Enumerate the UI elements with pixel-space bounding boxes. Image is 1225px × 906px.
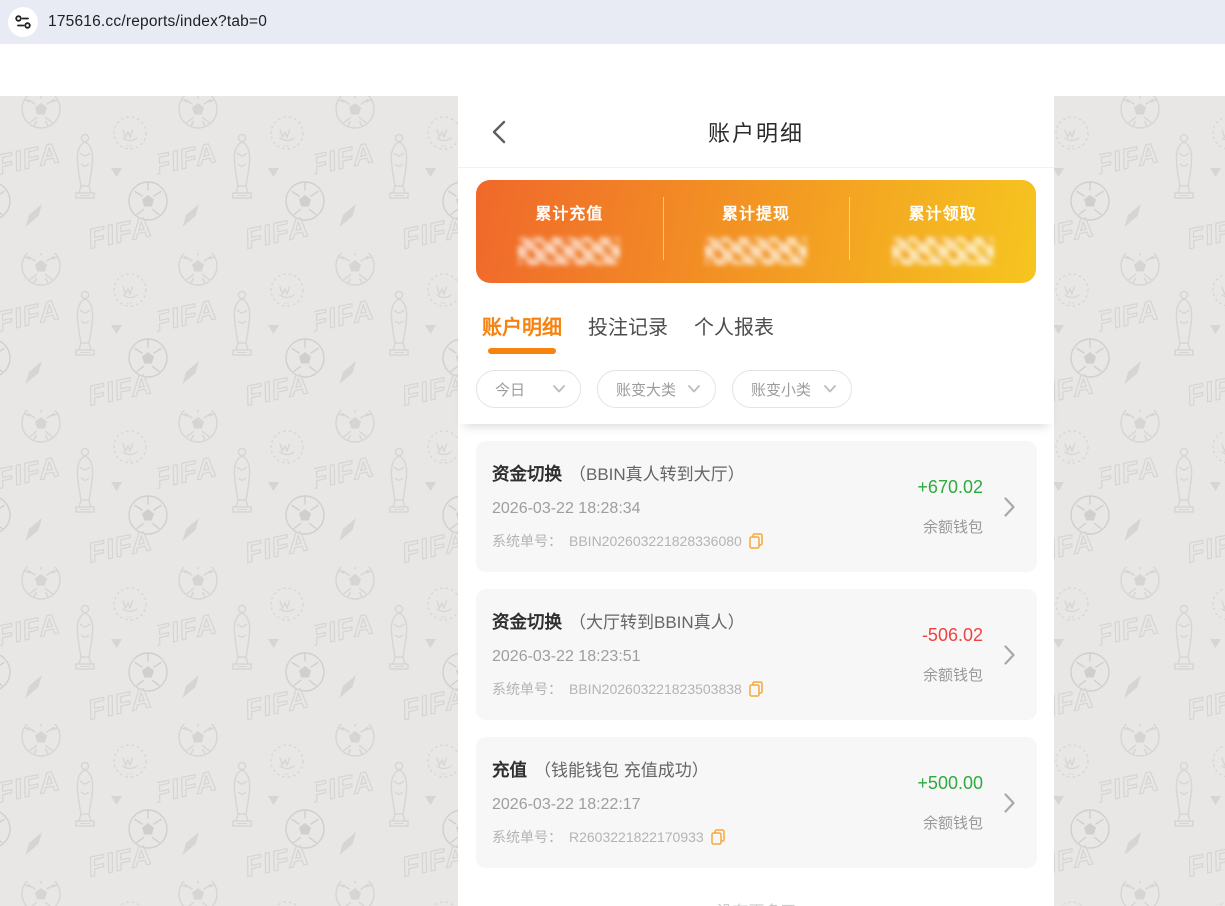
app-panel: 账户明细 累计充值 累计提现 累计领取 账户明细 投注记录 个人报表 今日 <box>458 96 1054 906</box>
transaction-card[interactable]: 资金切换（大厅转到BBIN真人） 2026-03-22 18:23:51 系统单… <box>476 589 1037 720</box>
page-title: 账户明细 <box>708 116 804 148</box>
summary-section: 累计充值 累计提现 累计领取 <box>458 168 1054 283</box>
back-button[interactable] <box>492 119 512 145</box>
transaction-amount: +670.02 <box>917 477 983 498</box>
copy-button[interactable] <box>749 533 763 549</box>
chevron-down-icon <box>688 385 700 393</box>
tab-bet-records[interactable]: 投注记录 <box>588 311 668 360</box>
url-text[interactable]: 175616.cc/reports/index?tab=0 <box>48 13 267 31</box>
tab-personal-report[interactable]: 个人报表 <box>694 311 774 360</box>
tab-bar: 账户明细 投注记录 个人报表 <box>458 283 1054 360</box>
copy-button[interactable] <box>749 681 763 697</box>
filter-major-category-dropdown[interactable]: 账变大类 <box>597 370 716 408</box>
copy-icon <box>749 681 763 697</box>
redacted-value <box>705 237 807 265</box>
site-settings-button[interactable] <box>8 7 38 37</box>
chevron-right-icon <box>1004 793 1015 813</box>
transaction-list: 资金切换（BBIN真人转到大厅） 2026-03-22 18:28:34 系统单… <box>458 424 1054 906</box>
divider <box>849 197 850 260</box>
chevron-left-icon <box>492 120 506 144</box>
transaction-type: 资金切换 <box>492 612 562 632</box>
copy-button[interactable] <box>711 829 725 845</box>
transaction-right: +500.00 余额钱包 <box>917 737 983 868</box>
transaction-card[interactable]: 充值（钱能钱包 充值成功） 2026-03-22 18:22:17 系统单号：R… <box>476 737 1037 868</box>
summary-col-claim: 累计领取 <box>849 180 1036 283</box>
chevron-down-icon <box>553 385 565 393</box>
tab-account-detail[interactable]: 账户明细 <box>482 311 562 360</box>
chevron-right-icon <box>1004 645 1015 665</box>
filter-minor-category-dropdown[interactable]: 账变小类 <box>732 370 852 408</box>
transaction-detail: （BBIN真人转到大厅） <box>569 465 745 484</box>
transaction-type: 充值 <box>492 760 527 780</box>
summary-label: 累计提现 <box>722 200 790 224</box>
transaction-detail: （钱能钱包 充值成功） <box>534 761 709 780</box>
transaction-detail: （大厅转到BBIN真人） <box>569 613 745 632</box>
order-label: 系统单号： <box>492 531 562 551</box>
filter-bar: 今日 账变大类 账变小类 <box>458 360 1054 424</box>
transaction-type: 资金切换 <box>492 464 562 484</box>
chevron-right-icon <box>1004 497 1015 517</box>
transaction-right: -506.02 余额钱包 <box>922 589 983 720</box>
transaction-wallet: 余额钱包 <box>923 664 983 685</box>
copy-icon <box>749 533 763 549</box>
app-header: 账户明细 <box>458 96 1054 168</box>
redacted-value <box>892 237 994 265</box>
filter-label: 账变大类 <box>616 379 676 400</box>
no-more-text: 没有更多了 <box>476 885 1037 906</box>
summary-col-recharge: 累计充值 <box>476 180 663 283</box>
filter-label: 账变小类 <box>751 379 811 400</box>
order-label: 系统单号： <box>492 679 562 699</box>
transaction-right: +670.02 余额钱包 <box>917 441 983 572</box>
divider <box>663 197 664 260</box>
redacted-value <box>518 237 620 265</box>
browser-address-bar[interactable]: 175616.cc/reports/index?tab=0 <box>0 0 1225 44</box>
summary-label: 累计充值 <box>535 200 603 224</box>
transaction-amount: +500.00 <box>917 773 983 794</box>
order-label: 系统单号： <box>492 827 562 847</box>
transaction-amount: -506.02 <box>922 625 983 646</box>
order-number: BBIN202603221828336080 <box>569 533 742 549</box>
copy-icon <box>711 829 725 845</box>
transaction-card[interactable]: 资金切换（BBIN真人转到大厅） 2026-03-22 18:28:34 系统单… <box>476 441 1037 572</box>
transaction-wallet: 余额钱包 <box>923 516 983 537</box>
order-number: R2603221822170933 <box>569 829 704 845</box>
transaction-wallet: 余额钱包 <box>923 812 983 833</box>
site-settings-icon <box>12 11 34 33</box>
summary-label: 累计领取 <box>909 200 977 224</box>
summary-banner: 累计充值 累计提现 累计领取 <box>476 180 1036 283</box>
chevron-down-icon <box>824 385 836 393</box>
filter-date-dropdown[interactable]: 今日 <box>476 370 581 408</box>
filter-label: 今日 <box>495 379 525 400</box>
order-number: BBIN202603221823503838 <box>569 681 742 697</box>
summary-col-withdraw: 累计提现 <box>663 180 850 283</box>
